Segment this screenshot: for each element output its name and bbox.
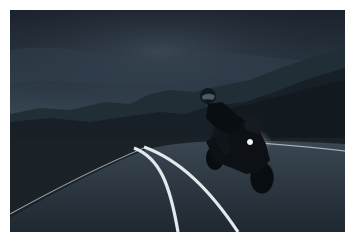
night-road-motorcycle-photo xyxy=(10,10,345,232)
image-frame xyxy=(0,0,355,242)
headlight xyxy=(247,139,253,145)
photo-canvas xyxy=(10,10,345,232)
